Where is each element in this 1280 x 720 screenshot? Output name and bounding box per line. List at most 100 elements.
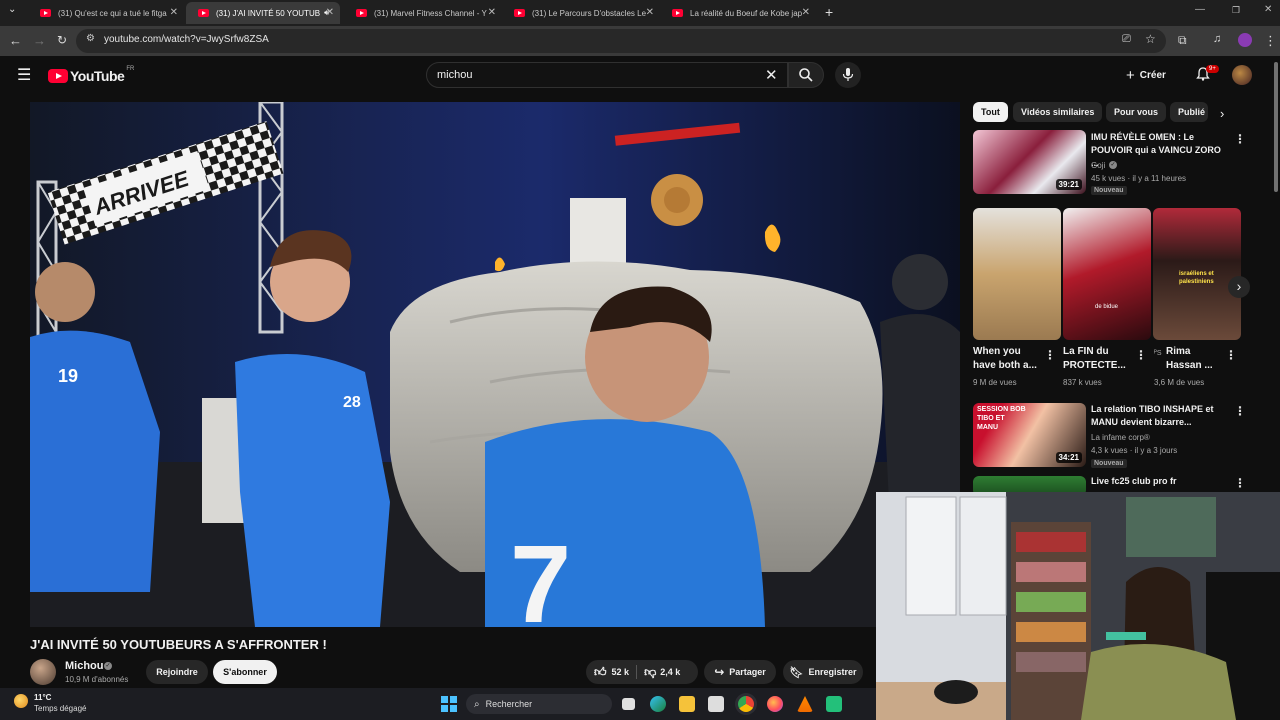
- microphone-icon: [842, 68, 854, 81]
- windows-start-icon[interactable]: [441, 696, 457, 712]
- hamburger-menu-icon[interactable]: ☰: [17, 65, 31, 85]
- store-icon[interactable]: [708, 696, 724, 712]
- save-button[interactable]: 🔖︎ Enregistrer: [783, 660, 863, 684]
- reload-icon[interactable]: ↻: [57, 33, 67, 47]
- video-menu-icon[interactable]: ⋮: [1234, 132, 1246, 146]
- browser-tab[interactable]: (31) Le Parcours D'obstacles Le ✕: [502, 2, 660, 24]
- close-window-icon[interactable]: ✕: [1264, 4, 1272, 15]
- browser-tab[interactable]: (31) Qu'est ce qui a tué le fitga ✕: [28, 2, 184, 24]
- clear-search-icon[interactable]: ✕: [765, 66, 778, 84]
- chip-related[interactable]: Vidéos similaires: [1013, 102, 1103, 122]
- youtube-favicon-icon: [356, 9, 367, 17]
- voice-search-button[interactable]: [835, 62, 861, 88]
- shorts-next-button[interactable]: ›: [1228, 276, 1250, 298]
- task-view-icon[interactable]: [622, 698, 635, 710]
- page-scrollbar[interactable]: [1274, 62, 1278, 192]
- video-title[interactable]: Live fc25 club pro fr: [1091, 475, 1226, 488]
- edge-icon[interactable]: [650, 696, 666, 712]
- video-title[interactable]: La relation TIBO INSHAPE et MANU devient…: [1091, 403, 1226, 429]
- video-frame: ARRIVEE 19 28 7: [30, 102, 960, 627]
- short-prefix-glyph: ᴾS: [1154, 350, 1162, 357]
- jersey-number: 7: [510, 523, 571, 627]
- chip-published[interactable]: Publié: [1170, 102, 1208, 122]
- tab-title: (31) Qu'est ce qui a tué le fitga: [58, 8, 167, 18]
- close-tab-icon[interactable]: ✕: [488, 7, 496, 18]
- restore-window-icon[interactable]: ❐: [1232, 5, 1240, 16]
- video-menu-icon[interactable]: ⋮: [1234, 404, 1246, 418]
- back-arrow-icon[interactable]: ←: [9, 33, 22, 48]
- thumbnail-overlay-text: SESSION BOB TIBO ET MANU: [977, 406, 1026, 431]
- short-overlay-text: israéliens et palestiniens: [1179, 271, 1214, 285]
- youtube-favicon-icon: [40, 9, 51, 17]
- new-tab-button[interactable]: +: [825, 4, 833, 20]
- chip-all[interactable]: Tout: [973, 102, 1008, 122]
- webcam-feed: [876, 492, 1280, 720]
- video-menu-icon[interactable]: ⋮: [1234, 476, 1246, 490]
- short-menu-icon[interactable]: ⋮: [1225, 348, 1237, 362]
- vlc-icon[interactable]: [797, 696, 813, 712]
- file-explorer-icon[interactable]: [679, 696, 695, 712]
- extensions-icon[interactable]: ⧉: [1178, 33, 1187, 48]
- channel-avatar[interactable]: [30, 659, 56, 685]
- short-thumbnail[interactable]: [973, 208, 1061, 340]
- video-thumbnail[interactable]: SESSION BOB TIBO ET MANU 34:21: [973, 403, 1086, 467]
- short-thumbnail[interactable]: israéliens et palestiniens: [1153, 208, 1241, 340]
- short-title[interactable]: La FIN du PROTECTE...: [1063, 345, 1129, 373]
- short-views: 3,6 M de vues: [1154, 378, 1205, 387]
- minimize-window-icon[interactable]: —: [1195, 4, 1205, 15]
- account-avatar[interactable]: [1232, 65, 1252, 85]
- verified-check-icon: ✓: [1109, 161, 1117, 169]
- create-button[interactable]: + Créer: [1126, 64, 1166, 86]
- search-input[interactable]: michou: [437, 69, 472, 81]
- video-duration: 39:21: [1055, 179, 1082, 190]
- bookmark-star-icon[interactable]: ☆: [1145, 32, 1156, 46]
- close-tab-icon[interactable]: ✕: [802, 7, 810, 18]
- forward-arrow-icon[interactable]: →: [33, 33, 46, 48]
- taskbar-search[interactable]: ⌕ Rechercher: [466, 694, 612, 714]
- app-icon[interactable]: [826, 696, 842, 712]
- youtube-logo[interactable]: YouTube FR: [48, 66, 134, 86]
- share-button[interactable]: ↪ Partager: [704, 660, 776, 684]
- short-menu-icon[interactable]: ⋮: [1135, 348, 1147, 362]
- like-button[interactable]: 👍︎ 52 k: [586, 665, 629, 680]
- divider: [636, 665, 638, 679]
- short-views: 9 M de vues: [973, 378, 1017, 387]
- short-menu-icon[interactable]: ⋮: [1044, 348, 1056, 362]
- search-button[interactable]: [788, 62, 824, 88]
- channel-name[interactable]: Goji: [1091, 160, 1105, 171]
- short-thumbnail[interactable]: de bidue: [1063, 208, 1151, 340]
- short-title[interactable]: Rima Hassan ...: [1166, 345, 1222, 373]
- profile-avatar-icon[interactable]: [1238, 33, 1252, 47]
- browser-tab[interactable]: (31) Marvel Fitness Channel - Y ✕: [344, 2, 502, 24]
- close-tab-icon[interactable]: ✕: [170, 7, 178, 18]
- browser-tab[interactable]: La réalité du Boeuf de Kobe jap ✕: [660, 2, 816, 24]
- chevron-right-icon[interactable]: ›: [1220, 106, 1224, 121]
- join-button[interactable]: Rejoindre: [146, 660, 208, 684]
- tab-list-icon[interactable]: ⌄: [8, 4, 16, 15]
- chip-for-you[interactable]: Pour vous: [1106, 102, 1167, 122]
- close-tab-icon[interactable]: ✕: [646, 7, 654, 18]
- share-label: Partager: [729, 667, 766, 677]
- youtube-favicon-icon: [514, 9, 525, 17]
- tab-title: La réalité du Boeuf de Kobe jap: [690, 8, 803, 18]
- firefox-icon[interactable]: [767, 696, 783, 712]
- dislike-button[interactable]: 👎︎ 2,4 k: [644, 665, 680, 680]
- streamer-webcam-overlay: [876, 492, 1280, 720]
- youtube-masthead: ☰ YouTube FR michou ✕ + Créer 9+: [0, 56, 1280, 96]
- short-title[interactable]: When you have both a...: [973, 345, 1039, 373]
- media-control-icon[interactable]: ♫: [1213, 33, 1221, 45]
- channel-name-link[interactable]: Michou: [65, 660, 104, 672]
- channel-name[interactable]: La infame corp®: [1091, 432, 1150, 443]
- chrome-icon[interactable]: [738, 696, 754, 712]
- site-info-icon[interactable]: ⚙: [86, 33, 95, 44]
- weather-icon[interactable]: [14, 694, 28, 708]
- subscribe-button[interactable]: S'abonner: [213, 660, 277, 684]
- video-player[interactable]: ARRIVEE 19 28 7: [30, 102, 960, 627]
- cast-icon[interactable]: ⎚: [1122, 33, 1131, 46]
- search-box[interactable]: michou ✕: [426, 62, 788, 88]
- address-bar[interactable]: ⚙ youtube.com/watch?v=JwySrfw8ZSA ⎚ ☆: [76, 29, 1166, 53]
- close-tab-icon[interactable]: ✕: [326, 7, 334, 18]
- video-thumbnail[interactable]: 39:21: [973, 130, 1086, 194]
- browser-menu-icon[interactable]: ⋮: [1264, 33, 1277, 49]
- browser-tab-active[interactable]: (31) J'AI INVITÉ 50 YOUTUB 🔊︎ ✕: [186, 2, 340, 24]
